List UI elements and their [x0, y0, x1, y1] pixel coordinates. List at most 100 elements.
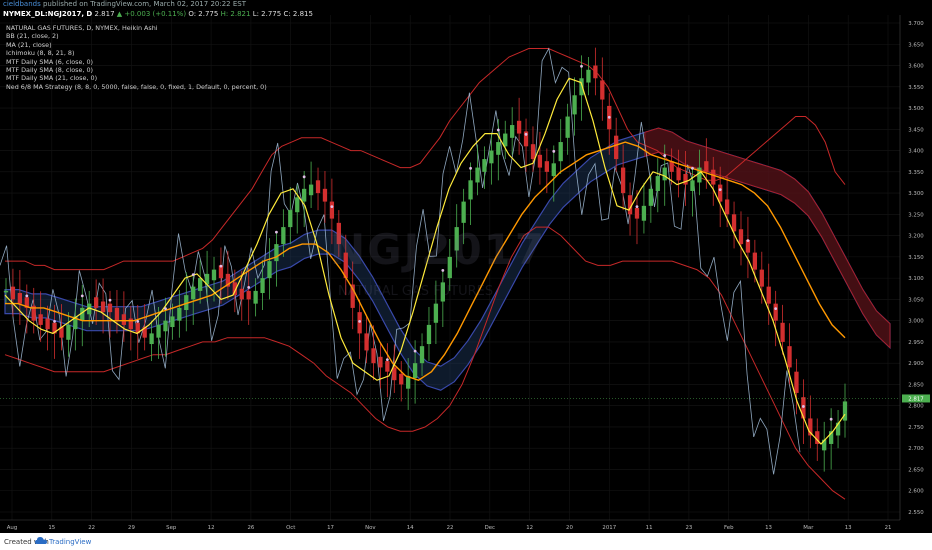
legend-item[interactable]: MTF Daily SMA (6, close, 0): [6, 58, 267, 66]
legend-item[interactable]: Ichimoku (8, 8, 21, 8): [6, 49, 267, 57]
candle-body[interactable]: [426, 324, 432, 345]
candle-body[interactable]: [780, 322, 785, 342]
candle-body[interactable]: [731, 214, 737, 232]
candle-body[interactable]: [579, 78, 584, 96]
candle-body[interactable]: [253, 290, 258, 304]
symbol-ticker[interactable]: NYMEX_DL:NGJ2017, D: [3, 10, 92, 18]
candle-body[interactable]: [170, 316, 175, 328]
candle-body[interactable]: [419, 346, 425, 364]
candle-body[interactable]: [177, 307, 182, 321]
candle-body[interactable]: [274, 244, 279, 262]
candle-body[interactable]: [530, 144, 536, 160]
time-tick-label: 22: [447, 525, 454, 531]
candle-body[interactable]: [620, 167, 626, 194]
candle-body[interactable]: [295, 197, 300, 213]
candle-body[interactable]: [690, 180, 695, 191]
candle-body[interactable]: [773, 303, 778, 321]
author-link[interactable]: cieldbands: [3, 0, 41, 8]
candle-body[interactable]: [288, 210, 293, 228]
candle-body[interactable]: [149, 333, 154, 345]
candle-body[interactable]: [100, 301, 106, 313]
legend-title[interactable]: NATURAL GAS FUTURES, D, NYMEX, Heikin As…: [6, 24, 267, 32]
candle-body[interactable]: [496, 142, 501, 155]
candle-body[interactable]: [475, 167, 480, 183]
candle-body[interactable]: [38, 314, 43, 325]
candle-body[interactable]: [378, 356, 383, 368]
candle-body[interactable]: [371, 348, 376, 364]
symbol-watermark-subtitle: NATURAL GAS FUTURES: [338, 284, 494, 299]
candle-body[interactable]: [156, 324, 161, 338]
candle-body[interactable]: [489, 150, 494, 164]
candle-body[interactable]: [364, 333, 369, 351]
candle-body[interactable]: [551, 163, 556, 177]
candle-body[interactable]: [676, 167, 681, 181]
candle-body[interactable]: [281, 227, 286, 245]
candle-body[interactable]: [322, 188, 328, 202]
candle-body[interactable]: [704, 161, 709, 172]
candle-body[interactable]: [662, 167, 667, 181]
legend-item[interactable]: MTF Daily SMA (8, close, 0): [6, 66, 267, 74]
candle-body[interactable]: [572, 95, 577, 115]
candle-body[interactable]: [718, 184, 723, 202]
legend-item[interactable]: MTF Daily SMA (21, close, 0): [6, 74, 267, 82]
candle-body[interactable]: [634, 207, 640, 219]
candle-body[interactable]: [648, 188, 654, 206]
candle-body[interactable]: [45, 318, 50, 330]
candle-body[interactable]: [163, 320, 168, 332]
candle-body[interactable]: [669, 161, 674, 172]
candle-body[interactable]: [641, 205, 647, 221]
candle-body[interactable]: [468, 180, 473, 200]
candle-body[interactable]: [738, 229, 744, 245]
candle-body[interactable]: [724, 199, 730, 215]
candle-body[interactable]: [558, 142, 563, 162]
candle-body[interactable]: [329, 201, 335, 219]
candle-body[interactable]: [593, 65, 598, 79]
candle-body[interactable]: [399, 373, 404, 385]
candle-body[interactable]: [794, 371, 799, 393]
candle-body[interactable]: [683, 173, 688, 185]
candle-body[interactable]: [412, 363, 418, 379]
candle-body[interactable]: [614, 135, 619, 160]
candle-body[interactable]: [565, 116, 570, 138]
candle-body[interactable]: [197, 278, 203, 291]
candle-body[interactable]: [752, 252, 758, 270]
candle-body[interactable]: [482, 159, 487, 172]
candle-body[interactable]: [66, 324, 71, 340]
candle-body[interactable]: [93, 297, 99, 308]
candle-body[interactable]: [315, 180, 321, 194]
candle-body[interactable]: [10, 286, 16, 300]
legend-item[interactable]: MA (21, close): [6, 41, 267, 49]
candle-body[interactable]: [267, 261, 272, 279]
candle-body[interactable]: [107, 303, 113, 313]
candle-body[interactable]: [600, 80, 605, 100]
tradingview-link[interactable]: TradingView: [49, 538, 91, 546]
candle-body[interactable]: [239, 288, 244, 300]
candle-body[interactable]: [586, 69, 591, 83]
legend-item[interactable]: BB (21, close, 2): [6, 32, 267, 40]
candle-body[interactable]: [537, 154, 543, 168]
candle-body[interactable]: [759, 269, 764, 287]
candle-body[interactable]: [114, 307, 120, 321]
candle-body[interactable]: [260, 278, 265, 294]
candle-body[interactable]: [433, 303, 439, 323]
candle-body[interactable]: [17, 293, 23, 304]
candle-body[interactable]: [121, 314, 127, 325]
candle-body[interactable]: [385, 361, 390, 372]
candle-body[interactable]: [461, 201, 466, 223]
candle-body[interactable]: [711, 169, 716, 185]
candle-body[interactable]: [544, 161, 549, 172]
candle-body[interactable]: [211, 269, 217, 281]
candle-body[interactable]: [842, 401, 848, 421]
legend-item[interactable]: Ned 6/8 MA Strategy (8, 8, 0, 5000, fals…: [6, 83, 267, 91]
candle-body[interactable]: [191, 286, 196, 300]
candle-body[interactable]: [510, 125, 515, 138]
candle-body[interactable]: [392, 367, 397, 381]
candle-body[interactable]: [302, 188, 307, 202]
candle-body[interactable]: [787, 346, 792, 368]
candle-body[interactable]: [246, 290, 251, 300]
candle-body[interactable]: [308, 184, 314, 196]
candle-body[interactable]: [655, 176, 660, 191]
candle-body[interactable]: [766, 286, 771, 304]
candle-body[interactable]: [3, 290, 9, 293]
candle-body[interactable]: [516, 120, 522, 134]
